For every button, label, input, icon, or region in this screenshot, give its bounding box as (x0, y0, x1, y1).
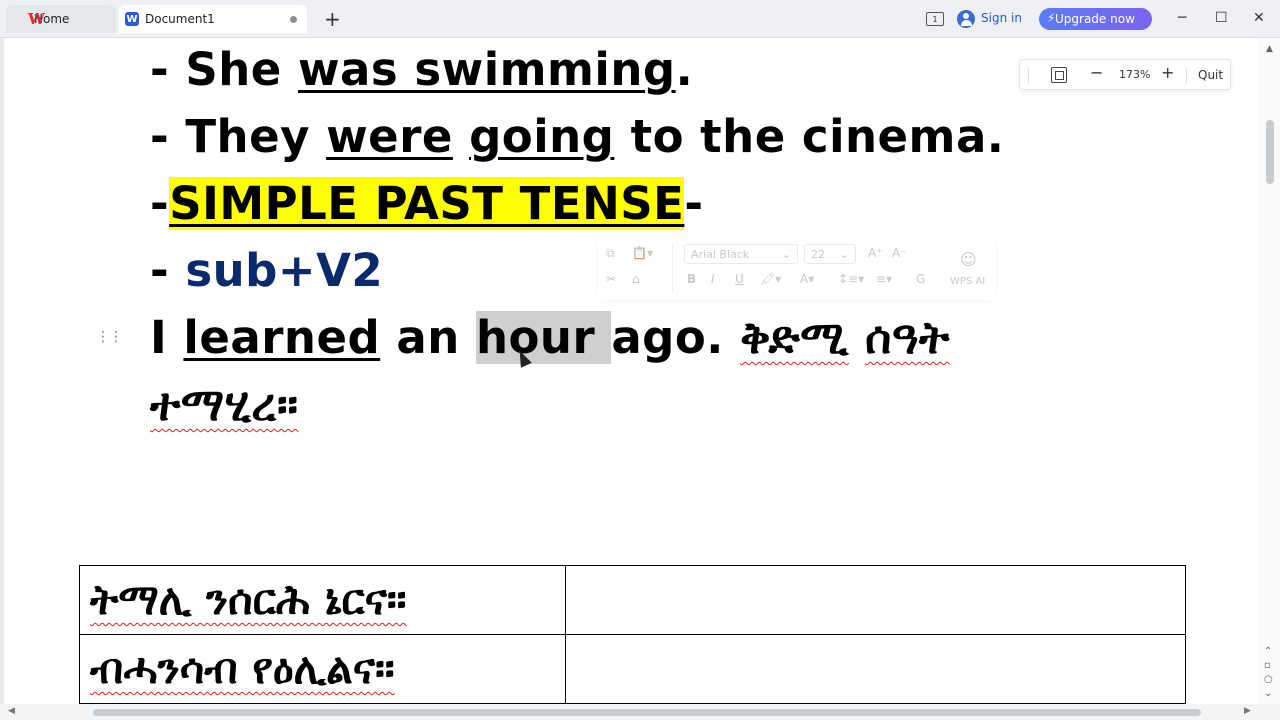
maximize-button[interactable]: ☐ (1215, 9, 1228, 27)
table-row[interactable]: ትማሊ ንሰርሕ ኔርና። (79, 565, 1186, 635)
page-down-icon[interactable]: ⌄ (1264, 688, 1272, 699)
cut-icon[interactable]: ✂ (606, 272, 616, 286)
page-up-icon[interactable]: ▫ (1264, 660, 1271, 671)
chevron-down-icon: ⌄ (781, 247, 791, 261)
zoom-divider (1186, 68, 1187, 83)
document-table[interactable]: ትማሊ ንሰርሕ ኔርና። ብሓንሳብ የዕሊልና። (79, 565, 1186, 704)
zoom-out-button[interactable]: − (1090, 64, 1103, 82)
quit-zoom-button[interactable]: Quit (1198, 66, 1223, 84)
google-translate-icon[interactable]: G (916, 272, 925, 286)
zoom-level[interactable]: 173% (1119, 66, 1150, 84)
scroll-right-arrow-icon[interactable]: ▶ (1244, 706, 1251, 716)
format-painter-icon[interactable]: ⌂ (632, 272, 640, 286)
bold-icon[interactable]: B (687, 272, 696, 286)
italic-icon[interactable]: I (711, 272, 715, 286)
chevron-down-icon: ⌄ (839, 247, 849, 261)
line-spacing-icon[interactable]: ↕≡▾ (838, 272, 864, 286)
wps-ai-label[interactable]: WPS AI (950, 276, 985, 287)
underline-icon[interactable]: U (735, 272, 744, 286)
tab-document-label: Document1 (145, 12, 215, 26)
wps-logo-icon: W (28, 10, 45, 28)
toolbar-divider (672, 244, 673, 292)
close-window-button[interactable]: ✕ (1253, 9, 1265, 27)
fit-to-screen-icon[interactable] (1051, 67, 1067, 83)
font-size-select[interactable]: 22 ⌄ (804, 244, 856, 264)
wps-ai-icon[interactable]: ☺ (960, 250, 977, 269)
spell-error-word: ተማሂረ። (150, 378, 299, 431)
highlighted-heading: SIMPLE PAST TENSE (169, 177, 685, 230)
bolt-icon: ⚡ (1047, 11, 1056, 25)
zoom-control: − 173% + Quit (1019, 59, 1231, 90)
page-nav-icon[interactable]: ○ (1264, 674, 1273, 685)
doc-line-she-was-swimming[interactable]: - She was swimming. (150, 40, 693, 100)
font-color-icon[interactable]: A▾ (800, 272, 814, 286)
zoom-in-button[interactable]: + (1161, 64, 1174, 82)
doc-line-i-learned[interactable]: I learned an hour ago. ቅድሚ ሰዓት (150, 308, 950, 368)
scroll-up-arrow-icon[interactable]: ▲ (1266, 44, 1273, 54)
new-tab-button[interactable]: + (324, 8, 341, 30)
doc-heading-simple-past[interactable]: -SIMPLE PAST TENSE- (150, 174, 704, 234)
shrink-font-icon[interactable]: A⁻ (892, 246, 907, 260)
copy-icon[interactable]: ⧉ (606, 246, 615, 261)
scroll-left-arrow-icon[interactable]: ◀ (8, 706, 15, 716)
doc-line-they-were-going[interactable]: - They were going to the cinema. (150, 107, 1004, 167)
tab-home[interactable]: Home (6, 5, 116, 33)
font-name-select[interactable]: Arial Black ⌄ (684, 244, 798, 264)
upgrade-label: Upgrade now (1055, 12, 1135, 26)
paragraph-drag-handle-icon[interactable]: ⋮⋮ (96, 329, 123, 345)
doc-line-tigrinya[interactable]: ተማሂረ። (150, 375, 299, 435)
highlight-color-icon[interactable]: 🖍▾ (760, 272, 781, 286)
selected-text: hour (475, 311, 612, 364)
sign-in-link[interactable]: Sign in (981, 11, 1022, 25)
user-avatar-icon[interactable] (957, 10, 975, 28)
scroll-arrow-icon[interactable]: ⌃ (1264, 646, 1272, 657)
doc-line-formula[interactable]: - sub+V2 (150, 241, 383, 301)
grow-font-icon[interactable]: A⁺ (868, 246, 883, 260)
table-cell[interactable]: ብሓንሳብ የዕሊልና። (79, 634, 566, 704)
align-icon[interactable]: ≡▾ (876, 272, 892, 286)
table-cell[interactable] (565, 565, 1186, 635)
page-margin-strip (0, 38, 4, 704)
tab-document[interactable]: Document1 (119, 5, 307, 33)
unsaved-dot-icon[interactable] (290, 16, 297, 23)
floating-format-toolbar[interactable]: ⧉ 📋▾ ✂ ⌂ Arial Black ⌄ 22 ⌄ A⁺ A⁻ B I U 🖍▾… (598, 236, 996, 300)
table-cell[interactable]: ትማሊ ንሰርሕ ኔርና። (79, 565, 566, 635)
vertical-scroll-thumb[interactable] (1266, 120, 1274, 184)
writer-doc-icon: W (125, 12, 139, 26)
formula-text: sub+V2 (185, 244, 384, 297)
table-row[interactable]: ብሓንሳብ የዕሊልና። (79, 634, 1186, 704)
spell-error-word: ሰዓት (865, 311, 950, 364)
minimize-button[interactable]: ─ (1178, 9, 1186, 27)
horizontal-scroll-thumb[interactable] (93, 709, 1201, 716)
window-layout-icon[interactable]: 1 (926, 12, 944, 26)
zoom-divider (1028, 68, 1029, 83)
table-cell[interactable] (565, 634, 1186, 704)
spell-error-word: ቅድሚ (740, 311, 849, 364)
paste-icon[interactable]: 📋▾ (632, 246, 653, 260)
upgrade-now-button[interactable]: ⚡ Upgrade now (1039, 8, 1152, 30)
